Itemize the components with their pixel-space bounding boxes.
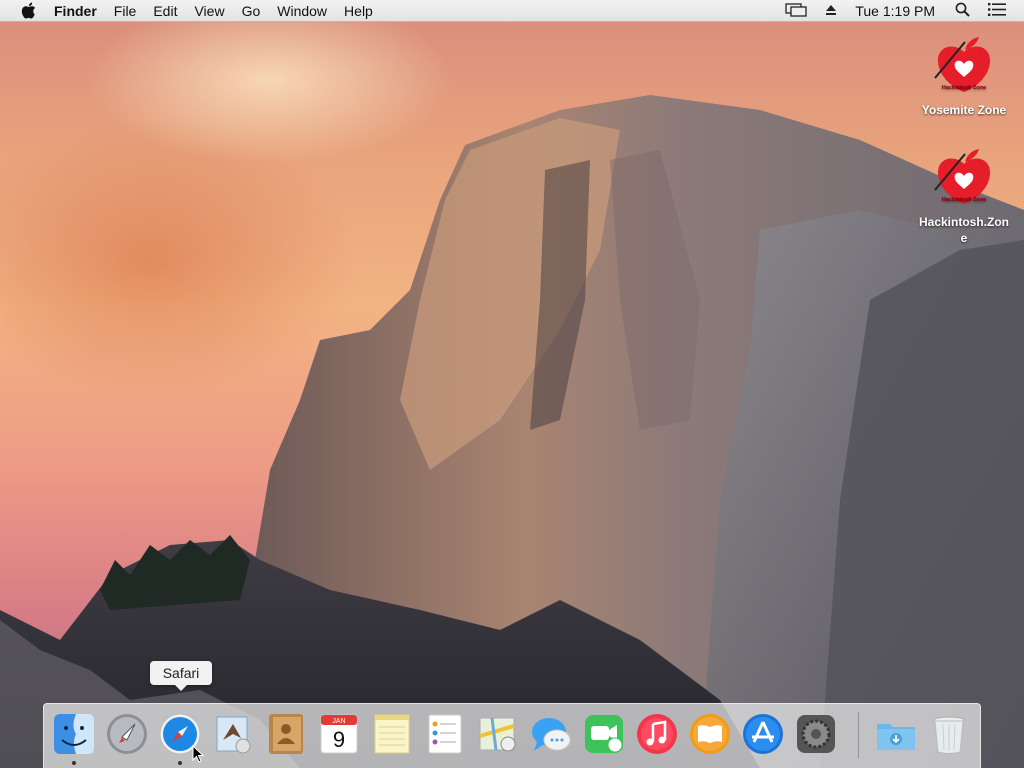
ibooks-icon bbox=[690, 714, 730, 754]
dock-item-trash[interactable] bbox=[927, 712, 971, 756]
facetime-icon bbox=[585, 715, 623, 753]
spotlight-search-icon[interactable] bbox=[955, 2, 970, 20]
menu-go[interactable]: Go bbox=[242, 3, 261, 19]
menu-edit[interactable]: Edit bbox=[153, 3, 177, 19]
dock-separator bbox=[858, 712, 859, 758]
hackintosh-zone-icon: Hackintosh Zone bbox=[929, 144, 999, 210]
dock-item-launchpad[interactable] bbox=[105, 712, 149, 756]
running-indicator bbox=[72, 761, 76, 765]
mail-icon bbox=[216, 716, 251, 754]
menu-file[interactable]: File bbox=[114, 3, 137, 19]
trash-icon bbox=[933, 716, 965, 754]
dock-item-maps[interactable] bbox=[476, 712, 520, 756]
launchpad-icon bbox=[107, 714, 147, 754]
svg-text:Hackintosh Zone: Hackintosh Zone bbox=[942, 85, 986, 91]
messages-icon bbox=[532, 718, 571, 751]
running-indicator bbox=[178, 761, 182, 765]
dock-item-system-preferences[interactable] bbox=[794, 712, 838, 756]
half-dome-scenery bbox=[0, 95, 1024, 768]
dock-item-notes[interactable] bbox=[370, 712, 414, 756]
system-preferences-icon bbox=[797, 715, 835, 753]
dock-item-contacts[interactable] bbox=[264, 712, 308, 756]
apple-logo-icon[interactable] bbox=[19, 2, 37, 20]
notification-center-icon[interactable] bbox=[988, 3, 1006, 19]
dock-item-calendar[interactable]: JAN 9 bbox=[317, 712, 361, 756]
dock-tooltip: Safari bbox=[150, 661, 212, 691]
dock-item-reminders[interactable] bbox=[423, 712, 467, 756]
itunes-icon bbox=[637, 714, 677, 754]
dock-item-ibooks[interactable] bbox=[688, 712, 732, 756]
dock-item-finder[interactable] bbox=[52, 712, 96, 756]
display-mirroring-icon[interactable] bbox=[785, 2, 808, 20]
svg-text:JAN: JAN bbox=[332, 718, 345, 725]
eject-icon[interactable] bbox=[825, 3, 837, 19]
hackintosh-zone-icon: Hackintosh Zone bbox=[929, 32, 999, 98]
contacts-icon bbox=[269, 714, 303, 754]
dock-item-mail[interactable] bbox=[211, 712, 255, 756]
menu-finder[interactable]: Finder bbox=[54, 3, 97, 19]
desktop-icon-label: Yosemite Zone bbox=[921, 103, 1007, 117]
dock-item-facetime[interactable] bbox=[582, 712, 626, 756]
maps-icon bbox=[479, 717, 516, 752]
reminders-icon bbox=[428, 714, 462, 754]
desktop-icon-yosemite-zone[interactable]: Hackintosh Zone Yosemite Zone bbox=[909, 32, 1019, 118]
dock-item-itunes[interactable] bbox=[635, 712, 679, 756]
desktop-wallpaper bbox=[0, 0, 1024, 768]
menu-view[interactable]: View bbox=[194, 3, 224, 19]
calendar-icon: JAN 9 bbox=[320, 714, 358, 754]
svg-text:Hackintosh Zone: Hackintosh Zone bbox=[942, 197, 986, 203]
mouse-pointer-icon bbox=[192, 744, 205, 768]
finder-icon bbox=[54, 714, 94, 754]
desktop-icon-hackintosh-zone[interactable]: Hackintosh Zone Hackintosh.Zone bbox=[909, 144, 1019, 246]
svg-text:9: 9 bbox=[333, 727, 345, 752]
menu-bar: Finder File Edit View Go Window Help Tue… bbox=[0, 0, 1024, 22]
menu-help[interactable]: Help bbox=[344, 3, 373, 19]
dock-item-messages[interactable] bbox=[529, 712, 573, 756]
notes-icon bbox=[374, 714, 410, 754]
menu-clock[interactable]: Tue 1:19 PM bbox=[855, 3, 935, 19]
dock: JAN 9 bbox=[43, 703, 981, 768]
desktop-icon-label: Hackintosh.Zone bbox=[918, 215, 1009, 245]
app-store-icon bbox=[743, 714, 783, 754]
menu-window[interactable]: Window bbox=[277, 3, 327, 19]
dock-item-downloads[interactable] bbox=[874, 712, 918, 756]
downloads-folder-icon bbox=[877, 724, 915, 750]
dock-item-app-store[interactable] bbox=[741, 712, 785, 756]
